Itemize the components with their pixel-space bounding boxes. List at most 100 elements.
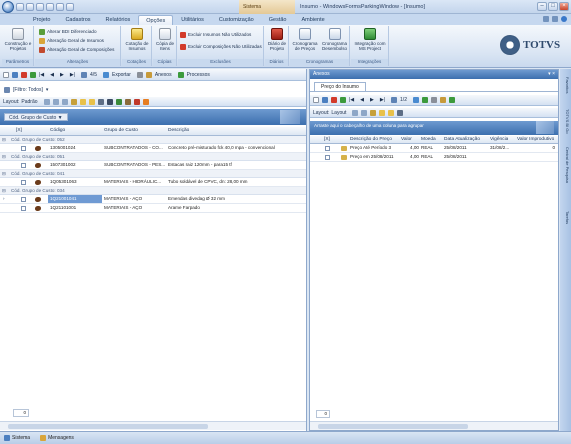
excluir-insumos-button[interactable]: Excluir Insumos Não Utilizados (180, 31, 251, 39)
anexos-button[interactable]: Anexos (155, 72, 172, 78)
last-price-icon[interactable]: ▶| (380, 97, 385, 103)
price-col-improdutivo[interactable]: Valor Improdutivo (517, 136, 554, 144)
row-checkbox[interactable] (21, 197, 26, 202)
price-col-descricao[interactable]: Descrição do Preço (350, 136, 392, 144)
cotacao-insumos-button[interactable]: Cotação de Insumos (123, 28, 151, 51)
price-row-checkbox[interactable] (325, 146, 330, 151)
folder-tool-icon-2[interactable] (88, 98, 95, 105)
delete-icon[interactable] (21, 71, 27, 78)
row-checkbox[interactable] (21, 163, 26, 168)
group-row[interactable]: ⊟ Cód. Grupo de Custo: 034 (0, 187, 306, 195)
tab-projeto[interactable]: Projeto (26, 15, 57, 25)
cell-valor[interactable]: 4,00 (401, 153, 419, 161)
alteracao-composicoes-button[interactable]: Alteração Geral de Composições (39, 46, 114, 54)
next-price-icon[interactable]: ▶ (370, 97, 374, 103)
group-row[interactable]: ⊟ Cód. Grupo de Custo: 052 (0, 136, 306, 144)
horizontal-scrollbar[interactable] (0, 421, 306, 430)
construcao-projetos-button[interactable]: Construção e Projetos (4, 28, 32, 51)
next-record-icon[interactable]: ▶ (60, 72, 64, 78)
horizontal-scroll-thumb[interactable] (8, 424, 208, 429)
new-icon[interactable] (3, 71, 9, 78)
quick-access-redo-icon[interactable] (46, 3, 54, 11)
refresh-price-icon[interactable] (340, 97, 346, 103)
first-record-icon[interactable]: |◀ (39, 72, 44, 78)
tab-relatorios[interactable]: Relatórios (99, 15, 138, 25)
price-row[interactable]: Preço Até Período 3 4,00 REAL 25/08/2011 31/… (310, 144, 558, 153)
row-checkbox[interactable] (21, 180, 26, 185)
cell-descricao[interactable]: Arame Farpado (168, 204, 304, 212)
quick-access-menu-icon[interactable] (66, 3, 74, 11)
tab-opcoes[interactable]: Opções (138, 14, 174, 25)
print-icon[interactable] (136, 71, 143, 78)
minimize-button[interactable]: – (537, 2, 547, 11)
anexos-filter-icon[interactable] (397, 109, 404, 116)
cell-grupo[interactable]: SUBCONTRATADOS - CO... (104, 144, 166, 152)
first-price-icon[interactable]: |◀ (349, 97, 354, 103)
cell-grupo[interactable]: MATERIAIS - AÇO (104, 204, 166, 212)
chart-tool-icon[interactable] (70, 98, 77, 105)
layout-tool-icon-2[interactable] (52, 98, 59, 105)
quick-access-refresh-icon[interactable] (56, 3, 64, 11)
anexos-folder-icon-2[interactable] (388, 109, 395, 116)
anexos-tool-icon-1[interactable] (352, 109, 359, 116)
cell-vigencia[interactable]: 31/08/2... (490, 144, 516, 152)
price-col-x[interactable]: [X] (324, 136, 330, 144)
close-pane-icon[interactable]: ▾ × (548, 70, 555, 79)
anexos-folder-icon[interactable] (379, 109, 386, 116)
cell-data-atualizacao[interactable]: 25/08/2011 (444, 153, 488, 161)
tab-preco-insumo[interactable]: Preço do Insumo (314, 82, 366, 91)
filter-dropdown[interactable]: [Filtro: Todos] ▾ (4, 86, 48, 94)
cell-moeda[interactable]: REAL (421, 153, 443, 161)
ms-project-button[interactable]: Integração com MS Project (353, 28, 387, 51)
cell-grupo[interactable]: SUBCONTRATADOS - PES... (104, 161, 166, 169)
new-price-icon[interactable] (313, 97, 319, 103)
search-price-icon[interactable] (391, 97, 398, 103)
alteracao-insumos-button[interactable]: Alteração Geral de Insumos (39, 37, 104, 45)
tab-utilitarios[interactable]: Utilitários (174, 15, 211, 25)
orange-tool-icon[interactable] (142, 98, 149, 105)
search-icon[interactable] (81, 71, 88, 78)
cell-codigo[interactable]: 1Q05301063 (48, 178, 102, 186)
anexos-tool-icon-2[interactable] (361, 109, 368, 116)
green-tool-icon[interactable] (115, 98, 122, 105)
processos-button[interactable]: Processos (187, 72, 210, 78)
layout-select[interactable]: Padrão (21, 99, 37, 105)
table-row[interactable]: 1Q21101001 MATERIAIS - AÇO Arame Farpado (0, 204, 306, 213)
tab-gestao[interactable]: Gestão (262, 15, 294, 25)
col-header-x[interactable]: [X] (16, 127, 22, 135)
row-checkbox[interactable] (21, 146, 26, 151)
movie-tool-icon[interactable] (106, 98, 113, 105)
group-row[interactable]: ⊟ Cód. Grupo de Custo: 041 (0, 170, 306, 178)
layout-icon[interactable] (543, 16, 549, 22)
prev-price-icon[interactable]: ◀ (360, 97, 364, 103)
brown-tool-icon[interactable] (124, 98, 131, 105)
table-row[interactable]: 1Q05301063 MATERIAIS - HIDRÁULIC... Tubo s… (0, 178, 306, 187)
group-expand-icon[interactable]: ⊟ (2, 170, 6, 178)
cell-descricao[interactable]: Concreto pré-misturado fck 40,0 mpa - co… (168, 144, 304, 152)
refresh-icon[interactable] (30, 71, 36, 78)
alterar-bdi-button[interactable]: Alterar BDI Diferenciado (39, 28, 97, 36)
close-button[interactable]: × (559, 2, 569, 11)
col-header-descricao[interactable]: Descrição (168, 127, 189, 135)
sidebar-tab-favoritos[interactable]: Favoritos (561, 77, 570, 93)
export-price-icon[interactable] (412, 97, 419, 103)
cell-valor[interactable]: 4,00 (401, 144, 419, 152)
app-orb-button[interactable] (2, 1, 14, 13)
add-price-icon[interactable] (421, 97, 428, 103)
price-col-vigencia[interactable]: Vigência (490, 136, 508, 144)
diario-projeto-button[interactable]: Diário de Projeto (266, 28, 288, 51)
cell-moeda[interactable]: REAL (421, 144, 443, 152)
cell-valor-improdutivo[interactable]: 0 (517, 144, 555, 152)
cell-descricao-preco[interactable]: Preço Até Período 3 (350, 144, 400, 152)
cell-codigo[interactable]: 1Q21001041 (48, 195, 102, 203)
attach-price-icon[interactable] (439, 97, 446, 103)
sidebar-tab-bi[interactable]: TOTVS BI Go (561, 109, 570, 134)
cell-descricao[interactable]: Estacas raiz 120mm - para15 tf (168, 161, 304, 169)
table-row[interactable]: 1507301002 SUBCONTRATADOS - PES... Estacas… (0, 161, 306, 170)
quick-access-undo-icon[interactable] (36, 3, 44, 11)
copia-itens-button[interactable]: Cópia de Itens (154, 28, 176, 51)
price-row[interactable]: Preço em 25/08/2011 4,00 REAL 25/08/2011 (310, 153, 558, 162)
table-row[interactable]: › 1Q21001041 MATERIAIS - AÇO Emendas diveda… (0, 195, 306, 204)
anexos-horizontal-scrollbar[interactable] (310, 421, 558, 430)
layout-tool-icon-1[interactable] (43, 98, 50, 105)
